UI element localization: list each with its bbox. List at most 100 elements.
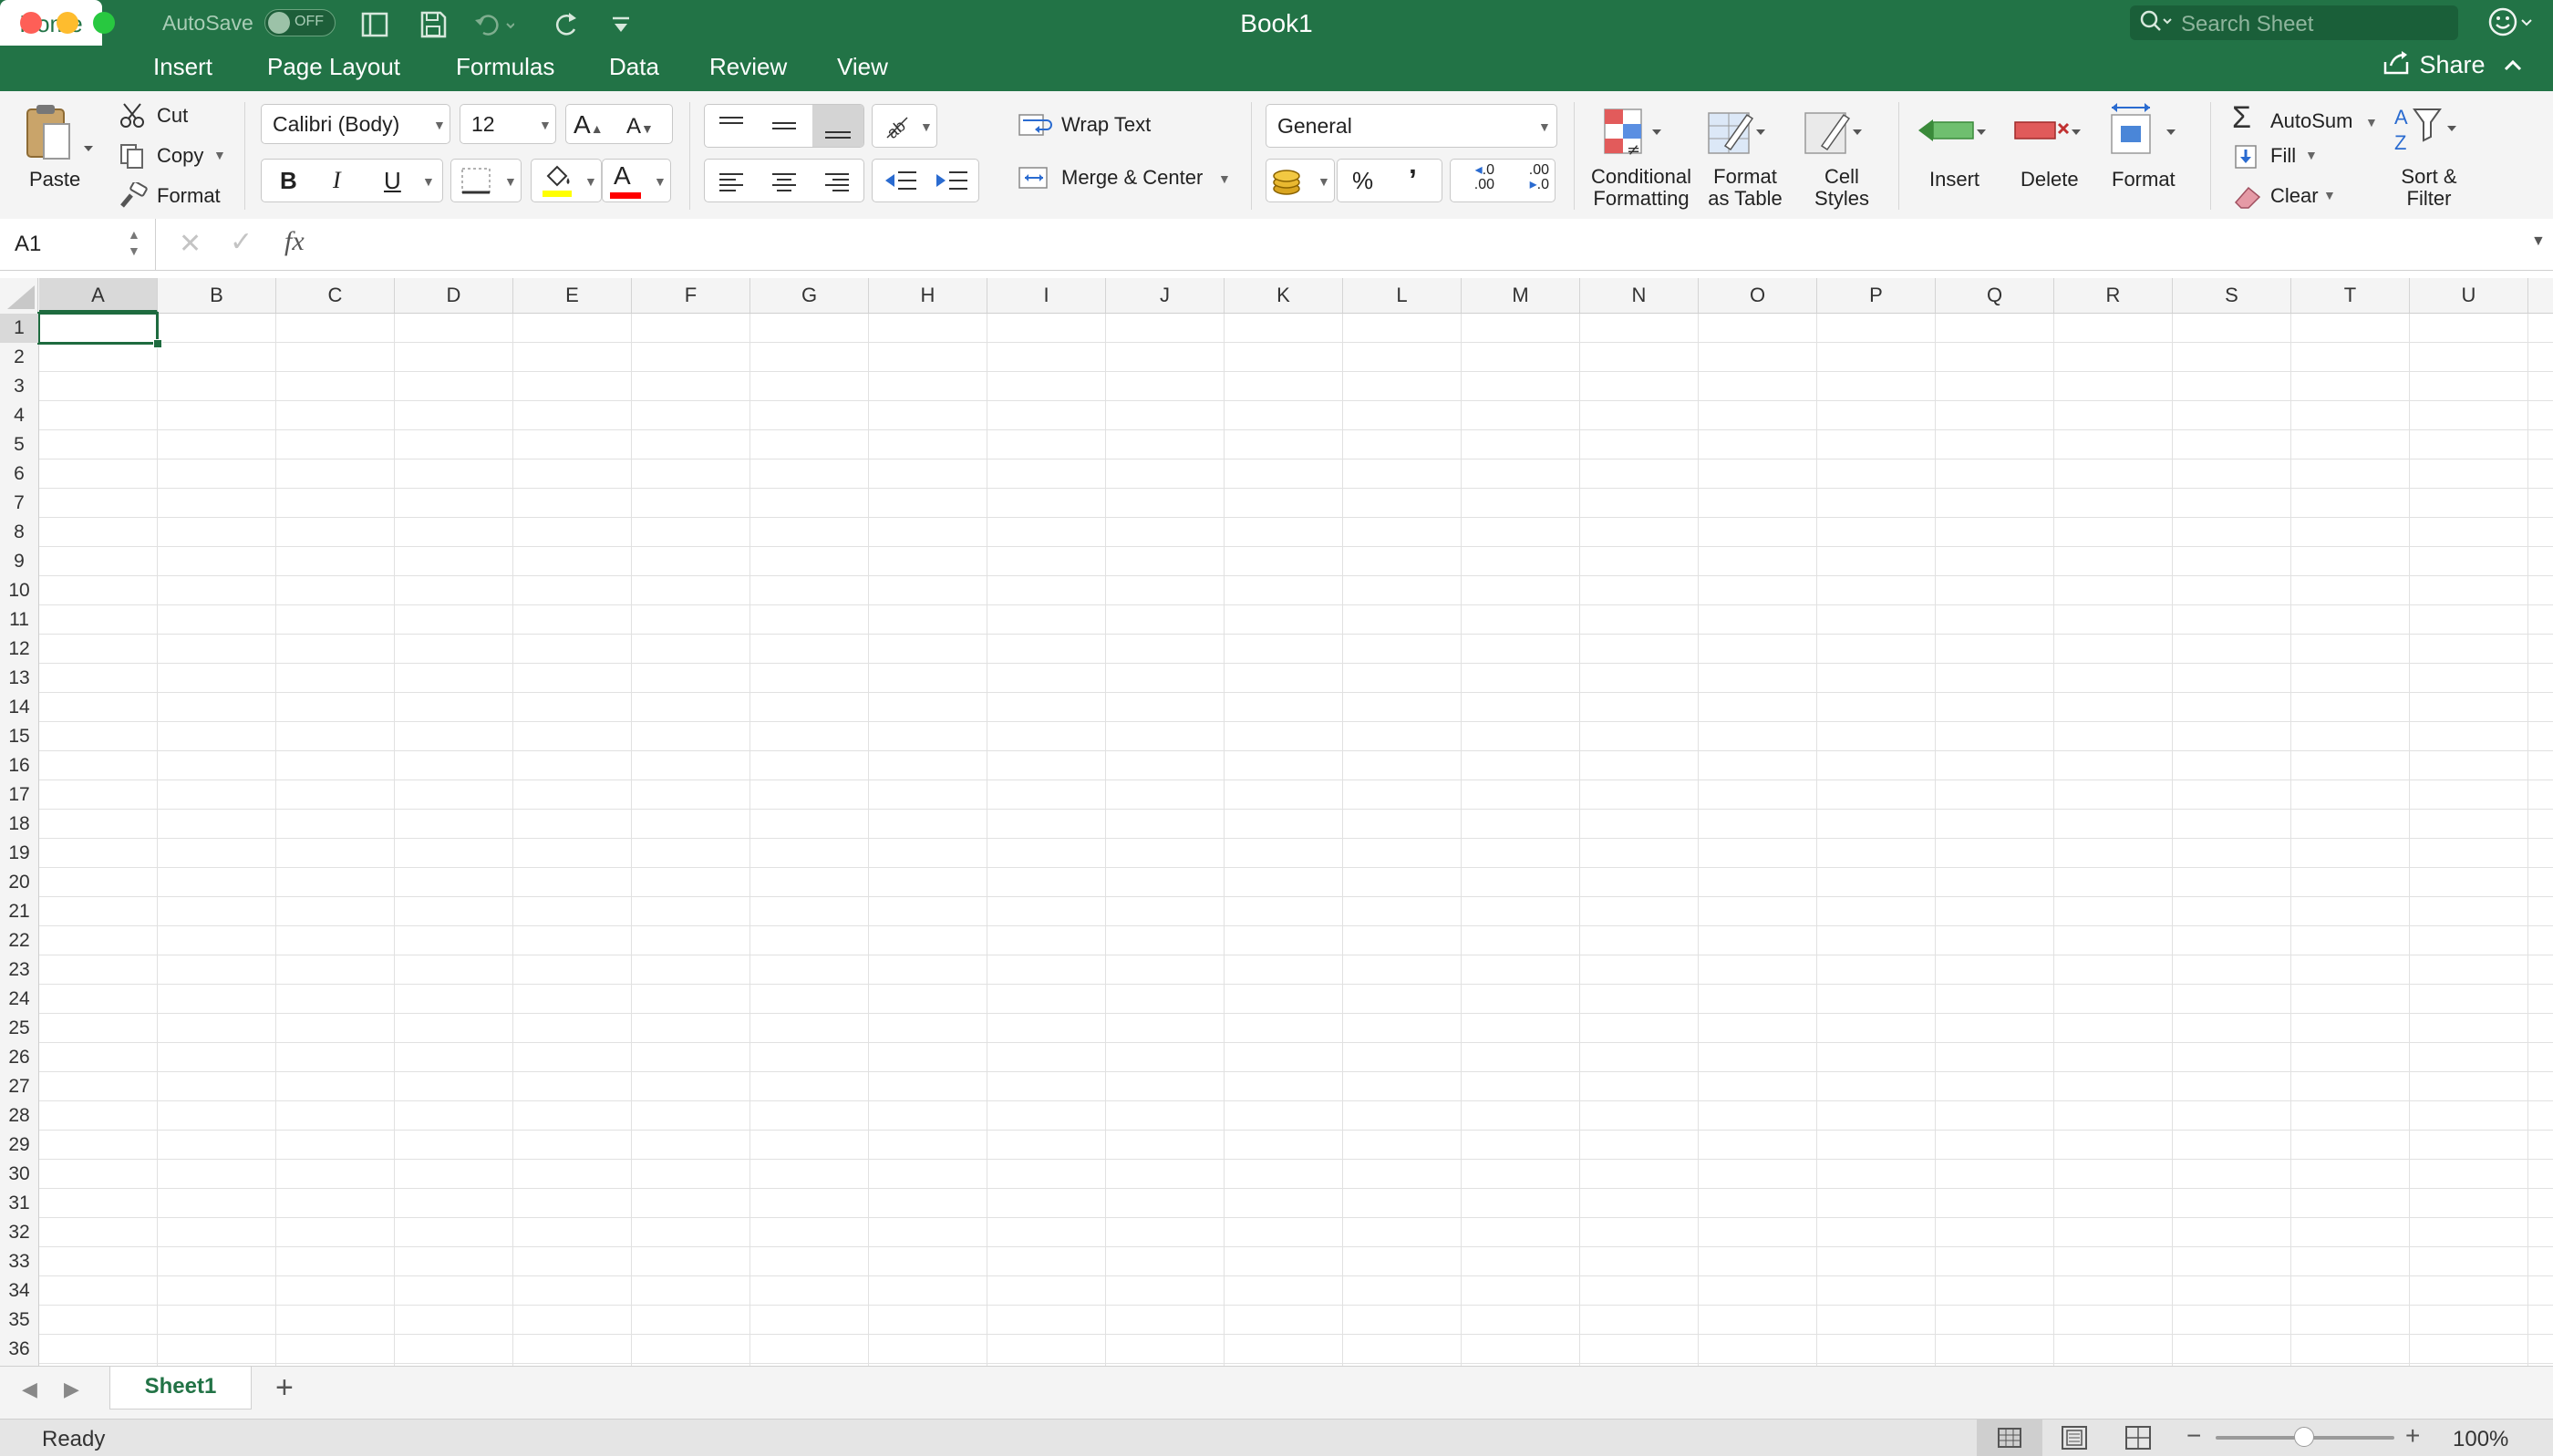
sheet-tab-sheet1[interactable]: Sheet1 <box>109 1367 252 1410</box>
column-header[interactable]: N <box>1580 278 1699 313</box>
column-header[interactable]: E <box>513 278 632 313</box>
tab-home[interactable]: Home <box>0 0 102 46</box>
page-break-view-icon[interactable] <box>2124 1425 2152 1455</box>
column-header[interactable]: U <box>2410 278 2528 313</box>
sidebar-toggle-icon[interactable] <box>359 9 390 46</box>
row-header[interactable]: 27 <box>0 1072 38 1101</box>
font-color-button[interactable]: A ▼ <box>602 159 671 202</box>
column-header[interactable]: H <box>869 278 987 313</box>
confirm-entry-icon[interactable]: ✓ <box>230 226 253 258</box>
column-header[interactable]: A <box>39 278 158 313</box>
column-header[interactable]: L <box>1343 278 1462 313</box>
comma-style-button[interactable]: ʼ <box>1409 163 1417 197</box>
fill-color-button[interactable]: ▼ <box>531 159 602 202</box>
column-header[interactable]: R <box>2054 278 2173 313</box>
zoom-in-button[interactable]: + <box>2405 1421 2420 1451</box>
copy-button[interactable]: Copy ▼ <box>119 142 226 174</box>
row-header[interactable]: 34 <box>0 1276 38 1306</box>
row-header[interactable]: 24 <box>0 985 38 1014</box>
row-header[interactable]: 19 <box>0 839 38 868</box>
underline-dropdown-icon[interactable]: ▼ <box>422 174 435 189</box>
insert-cells-button[interactable] <box>1917 106 1990 163</box>
tab-view[interactable]: View <box>837 53 888 81</box>
bold-button[interactable]: B <box>280 167 297 195</box>
feedback-smiley-icon[interactable] <box>2487 5 2535 46</box>
search-sheet-input[interactable]: Search Sheet <box>2130 5 2458 40</box>
clear-dropdown-icon[interactable]: ▼ <box>2323 188 2336 202</box>
row-header[interactable]: 9 <box>0 547 38 576</box>
row-header[interactable]: 1 <box>0 314 38 343</box>
fill-button[interactable]: Fill ▼ <box>2232 142 2318 174</box>
select-all-button[interactable] <box>0 278 38 313</box>
zoom-window-button[interactable] <box>93 12 115 34</box>
increase-indent-icon[interactable] <box>933 167 969 199</box>
column-header[interactable]: M <box>1462 278 1580 313</box>
cell-area[interactable] <box>39 314 2553 1366</box>
customize-toolbar-icon[interactable] <box>607 9 635 46</box>
row-header[interactable]: 5 <box>0 430 38 460</box>
row-header[interactable]: 29 <box>0 1131 38 1160</box>
minimize-window-button[interactable] <box>57 12 78 34</box>
format-painter-button[interactable]: Format <box>119 181 221 214</box>
row-header[interactable]: 4 <box>0 401 38 430</box>
row-header[interactable]: 10 <box>0 576 38 605</box>
align-top-icon[interactable] <box>718 114 745 142</box>
column-header[interactable]: C <box>276 278 395 313</box>
autosum-dropdown-icon[interactable]: ▼ <box>2365 115 2378 129</box>
row-header[interactable]: 18 <box>0 810 38 839</box>
add-sheet-button[interactable]: + <box>275 1370 294 1406</box>
percent-style-button[interactable]: % <box>1352 167 1373 195</box>
name-box[interactable]: A1 ▲ ▼ <box>0 219 156 270</box>
row-header[interactable]: 26 <box>0 1043 38 1072</box>
fill-handle[interactable] <box>153 339 162 348</box>
row-header[interactable]: 17 <box>0 780 38 810</box>
close-window-button[interactable] <box>20 12 42 34</box>
align-left-icon[interactable] <box>718 169 745 199</box>
font-name-select[interactable]: Calibri (Body) ▼ <box>261 104 450 144</box>
row-header[interactable]: 35 <box>0 1306 38 1335</box>
merge-dropdown-icon[interactable]: ▼ <box>1218 171 1231 186</box>
row-header[interactable]: 23 <box>0 955 38 985</box>
cut-button[interactable]: Cut <box>119 102 188 134</box>
borders-button[interactable]: ▼ <box>450 159 522 202</box>
row-header[interactable]: 14 <box>0 693 38 722</box>
column-header[interactable]: Q <box>1936 278 2054 313</box>
zoom-slider-knob[interactable] <box>2294 1427 2314 1447</box>
autosum-button[interactable]: Σ AutoSum ▼ <box>2232 100 2378 136</box>
format-cells-button[interactable] <box>2106 100 2179 163</box>
shrink-font-button[interactable]: A▼ <box>626 114 654 139</box>
number-format-select[interactable]: General ▼ <box>1266 104 1557 148</box>
clear-button[interactable]: Clear ▼ <box>2232 182 2336 214</box>
accounting-format-button[interactable]: ▼ <box>1266 159 1335 202</box>
align-middle-icon[interactable] <box>770 114 798 142</box>
scroll-sheets-left-icon[interactable]: ◀ <box>22 1378 37 1401</box>
column-header[interactable]: B <box>158 278 276 313</box>
row-header[interactable]: 30 <box>0 1160 38 1189</box>
save-icon[interactable] <box>418 9 449 46</box>
conditional-formatting-button[interactable]: ≠ <box>1601 106 1665 163</box>
undo-icon[interactable] <box>472 9 515 46</box>
row-header[interactable]: 6 <box>0 460 38 489</box>
row-header[interactable]: 33 <box>0 1247 38 1276</box>
tab-data[interactable]: Data <box>609 53 659 81</box>
row-header[interactable]: 12 <box>0 635 38 664</box>
row-header[interactable]: 15 <box>0 722 38 751</box>
column-header[interactable]: J <box>1106 278 1225 313</box>
normal-view-button[interactable] <box>1977 1420 2042 1456</box>
row-header[interactable]: 22 <box>0 926 38 955</box>
row-header[interactable]: 36 <box>0 1335 38 1364</box>
paste-button[interactable] <box>20 102 93 170</box>
column-header[interactable]: K <box>1225 278 1343 313</box>
expand-formula-bar-icon[interactable]: ▼ <box>2531 233 2546 250</box>
row-header[interactable]: 3 <box>0 372 38 401</box>
italic-button[interactable]: I <box>333 167 341 194</box>
wrap-text-button[interactable]: Wrap Text <box>1018 111 1151 139</box>
row-header[interactable]: 21 <box>0 897 38 926</box>
align-bottom-icon[interactable] <box>812 105 863 147</box>
insert-function-button[interactable]: fx <box>284 226 305 257</box>
row-header[interactable]: 13 <box>0 664 38 693</box>
tab-formulas[interactable]: Formulas <box>456 53 554 81</box>
column-header[interactable]: T <box>2291 278 2410 313</box>
align-right-icon[interactable] <box>823 169 851 199</box>
decrease-decimal-button[interactable]: .00 ▸.0 <box>1509 163 1549 192</box>
